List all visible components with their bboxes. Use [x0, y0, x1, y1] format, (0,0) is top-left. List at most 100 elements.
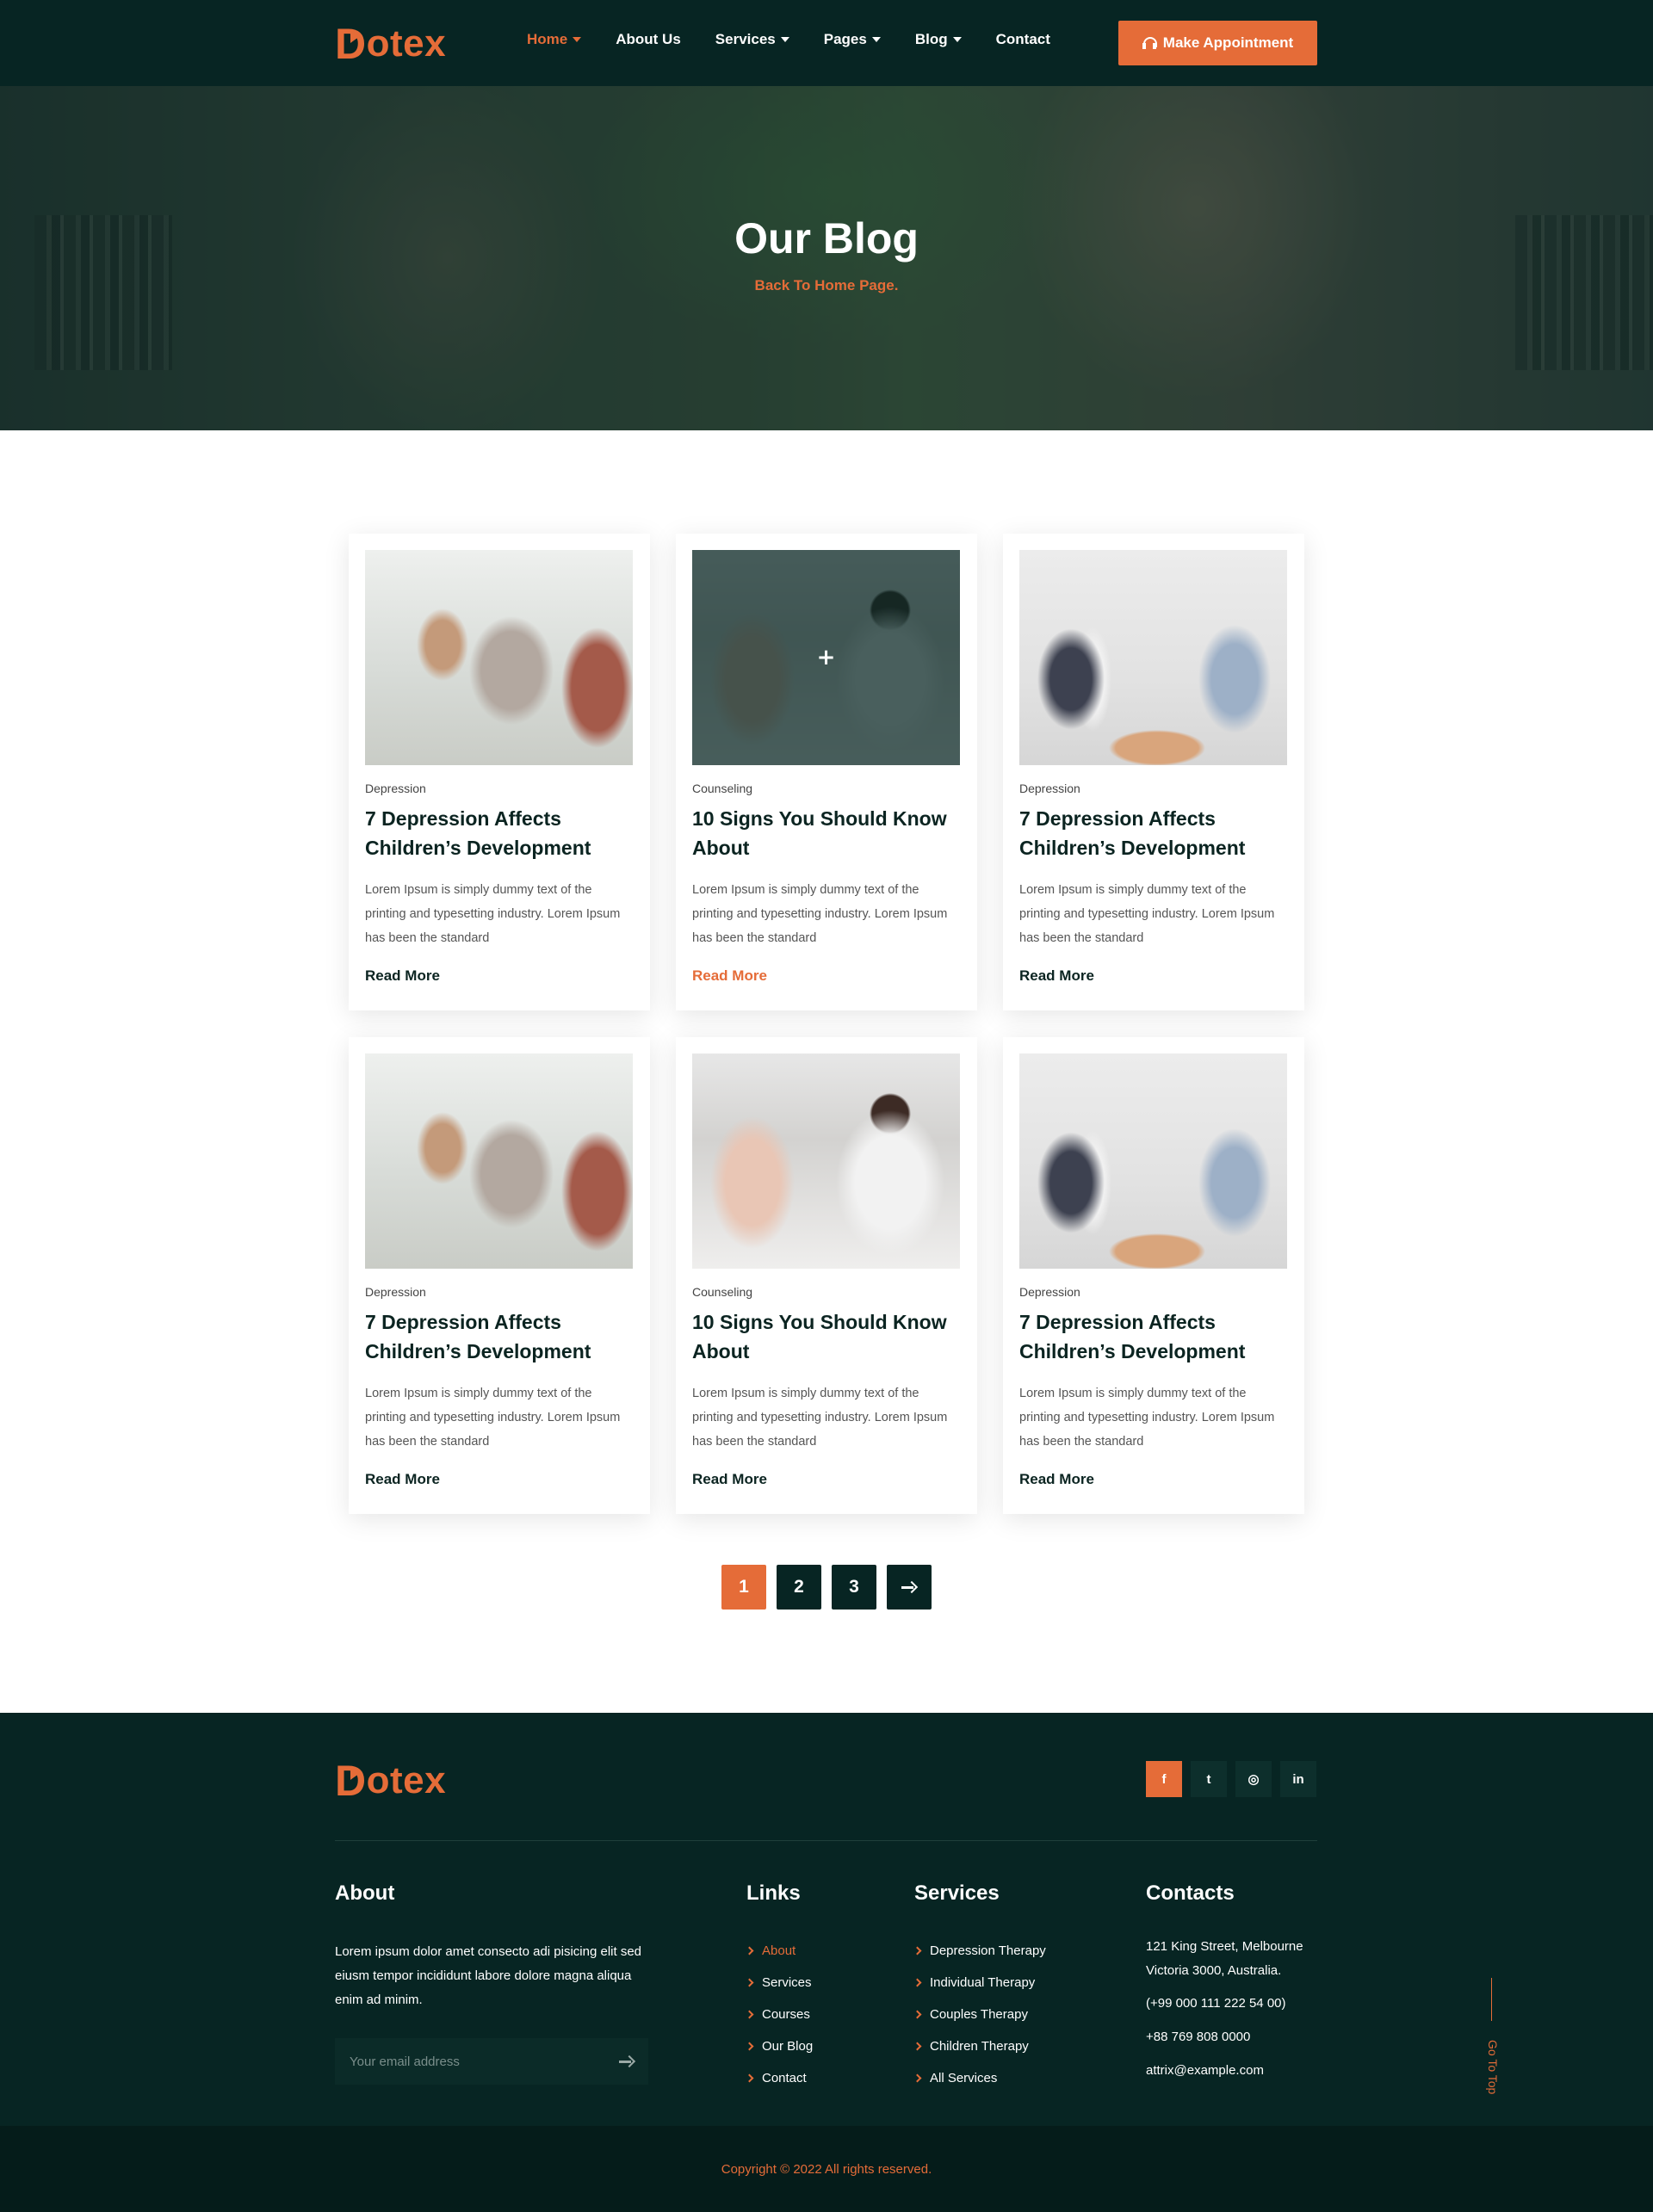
blog-card-image[interactable]: [365, 1053, 633, 1269]
footer-service-individual-therapy[interactable]: Individual Therapy: [913, 1967, 1046, 1999]
back-to-home-link[interactable]: Back To Home Page.: [0, 277, 1653, 294]
footer-link-services[interactable]: Services: [745, 1967, 813, 1999]
blog-card-excerpt: Lorem Ipsum is simply dummy text of the …: [365, 1387, 621, 1449]
arrow-right-icon: [901, 1581, 917, 1593]
blog-card-image[interactable]: [1019, 550, 1287, 765]
next-page-button[interactable]: [887, 1565, 932, 1610]
footer-service-label: Children Therapy: [930, 2039, 1029, 2054]
contact-address: 121 King Street, Melbourne Victoria 3000…: [1146, 1939, 1303, 1978]
blog-card-category[interactable]: Depression: [365, 1285, 426, 1299]
footer-service-children-therapy[interactable]: Children Therapy: [913, 2030, 1046, 2062]
blog-card: Depression 7 Depression Affects Children…: [349, 534, 650, 1010]
nav-item-pages[interactable]: Pages: [824, 31, 881, 48]
nav-label: About Us: [616, 31, 681, 47]
read-more-link[interactable]: Read More: [1019, 967, 1094, 985]
blog-card-category[interactable]: Depression: [1019, 1285, 1080, 1299]
logo-text: otex: [366, 22, 447, 65]
blog-card-image[interactable]: +: [692, 550, 960, 765]
footer-link-label: Courses: [762, 2007, 810, 2022]
chevron-right-icon: [745, 2042, 754, 2051]
blog-card: Depression 7 Depression Affects Children…: [1003, 1037, 1304, 1514]
blog-card-title[interactable]: 7 Depression Affects Children’s Developm…: [1019, 1307, 1288, 1366]
nav-item-home[interactable]: Home: [527, 31, 582, 48]
footer-logo[interactable]: Dotex: [335, 1756, 446, 1806]
blog-card-excerpt: Lorem Ipsum is simply dummy text of the …: [692, 883, 948, 945]
footer-service-label: Couples Therapy: [930, 2007, 1028, 2022]
caret-down-icon: [780, 37, 789, 42]
contact-email[interactable]: attrix@example.com: [1146, 2059, 1327, 2083]
footer-service-couples-therapy[interactable]: Couples Therapy: [913, 1999, 1046, 2030]
footer-link-label: About: [762, 1943, 796, 1958]
footer-service-depression-therapy[interactable]: Depression Therapy: [913, 1935, 1046, 1967]
headset-icon: [1142, 36, 1157, 50]
read-more-link[interactable]: Read More: [365, 967, 440, 985]
site-header: Dotex Home About Us Services Pages Blog …: [0, 0, 1653, 86]
email-input[interactable]: [335, 2038, 605, 2085]
footer-about-heading: About: [335, 1881, 395, 1905]
nav-item-contact[interactable]: Contact: [996, 31, 1050, 48]
blog-card-excerpt: Lorem Ipsum is simply dummy text of the …: [365, 883, 621, 945]
site-logo[interactable]: Dotex: [335, 19, 446, 69]
blog-card-excerpt: Lorem Ipsum is simply dummy text of the …: [1019, 883, 1275, 945]
subscribe-button[interactable]: [605, 2038, 648, 2085]
page-title: Our Blog: [734, 214, 919, 263]
go-top-line: [1491, 1978, 1492, 2021]
blog-card-image[interactable]: [692, 1053, 960, 1269]
read-more-link[interactable]: Read More: [1019, 1471, 1094, 1488]
blog-card-title[interactable]: 7 Depression Affects Children’s Developm…: [365, 804, 634, 862]
make-appointment-button[interactable]: Make Appointment: [1118, 21, 1317, 65]
blog-card-category[interactable]: Counseling: [692, 782, 752, 795]
chevron-right-icon: [913, 2010, 922, 2019]
chevron-right-icon: [913, 2073, 922, 2083]
footer-divider: [335, 1840, 1317, 1841]
make-appointment-label: Make Appointment: [1162, 34, 1294, 51]
footer-service-all-services[interactable]: All Services: [913, 2062, 1046, 2094]
blog-card-image[interactable]: [1019, 1053, 1287, 1269]
footer-services-heading: Services: [914, 1881, 1000, 1905]
instagram-icon[interactable]: ◎: [1235, 1761, 1272, 1797]
footer-link-courses[interactable]: Courses: [745, 1999, 813, 2030]
footer-contacts-heading: Contacts: [1146, 1881, 1235, 1905]
plus-icon[interactable]: +: [692, 550, 960, 765]
page-button-1[interactable]: 1: [721, 1565, 766, 1610]
blog-card-title[interactable]: 7 Depression Affects Children’s Developm…: [365, 1307, 634, 1366]
caret-down-icon: [952, 37, 962, 42]
blog-card: Depression 7 Depression Affects Children…: [349, 1037, 650, 1514]
blog-card-image[interactable]: [365, 550, 633, 765]
footer-link-our-blog[interactable]: Our Blog: [745, 2030, 813, 2062]
facebook-icon[interactable]: f: [1146, 1761, 1182, 1797]
blog-card-category[interactable]: Depression: [365, 782, 426, 795]
blog-card-category[interactable]: Counseling: [692, 1285, 752, 1299]
main-nav: Home About Us Services Pages Blog Contac…: [527, 31, 1085, 48]
blog-card-category[interactable]: Depression: [1019, 782, 1080, 795]
read-more-link[interactable]: Read More: [692, 1471, 767, 1488]
arrow-right-icon: [619, 2055, 635, 2067]
newsletter-form: [335, 2038, 648, 2085]
read-more-link[interactable]: Read More: [365, 1471, 440, 1488]
contact-phone-1[interactable]: (+99 000 111 222 54 00): [1146, 1992, 1327, 2016]
logo-mark: D: [335, 1757, 367, 1805]
blog-card: Depression 7 Depression Affects Children…: [1003, 534, 1304, 1010]
site-footer: Dotex f t ◎ in About Lorem ipsum dolor a…: [0, 1713, 1653, 2126]
caret-down-icon: [573, 37, 582, 42]
blog-card-title[interactable]: 10 Signs You Should Know About: [692, 804, 961, 862]
page-button-2[interactable]: 2: [777, 1565, 821, 1610]
page-button-3[interactable]: 3: [832, 1565, 876, 1610]
chevron-right-icon: [913, 1946, 922, 1956]
footer-link-contact[interactable]: Contact: [745, 2062, 813, 2094]
nav-item-blog[interactable]: Blog: [915, 31, 962, 48]
blog-card-title[interactable]: 7 Depression Affects Children’s Developm…: [1019, 804, 1288, 862]
footer-about-text: Lorem ipsum dolor amet consecto adi pisi…: [335, 1944, 642, 2007]
twitter-icon[interactable]: t: [1191, 1761, 1227, 1797]
copyright-bar: Copyright © 2022 All rights reserved.: [0, 2126, 1653, 2212]
nav-item-services[interactable]: Services: [715, 31, 789, 48]
contact-phone-2[interactable]: +88 769 808 0000: [1146, 2025, 1327, 2049]
chevron-right-icon: [745, 1946, 754, 1956]
read-more-link[interactable]: Read More: [692, 967, 767, 985]
linkedin-icon[interactable]: in: [1280, 1761, 1316, 1797]
blog-card-title[interactable]: 10 Signs You Should Know About: [692, 1307, 961, 1366]
nav-label: Pages: [823, 31, 867, 47]
logo-mark: D: [335, 20, 367, 68]
nav-item-about-us[interactable]: About Us: [616, 31, 681, 48]
footer-link-about[interactable]: About: [745, 1935, 813, 1967]
